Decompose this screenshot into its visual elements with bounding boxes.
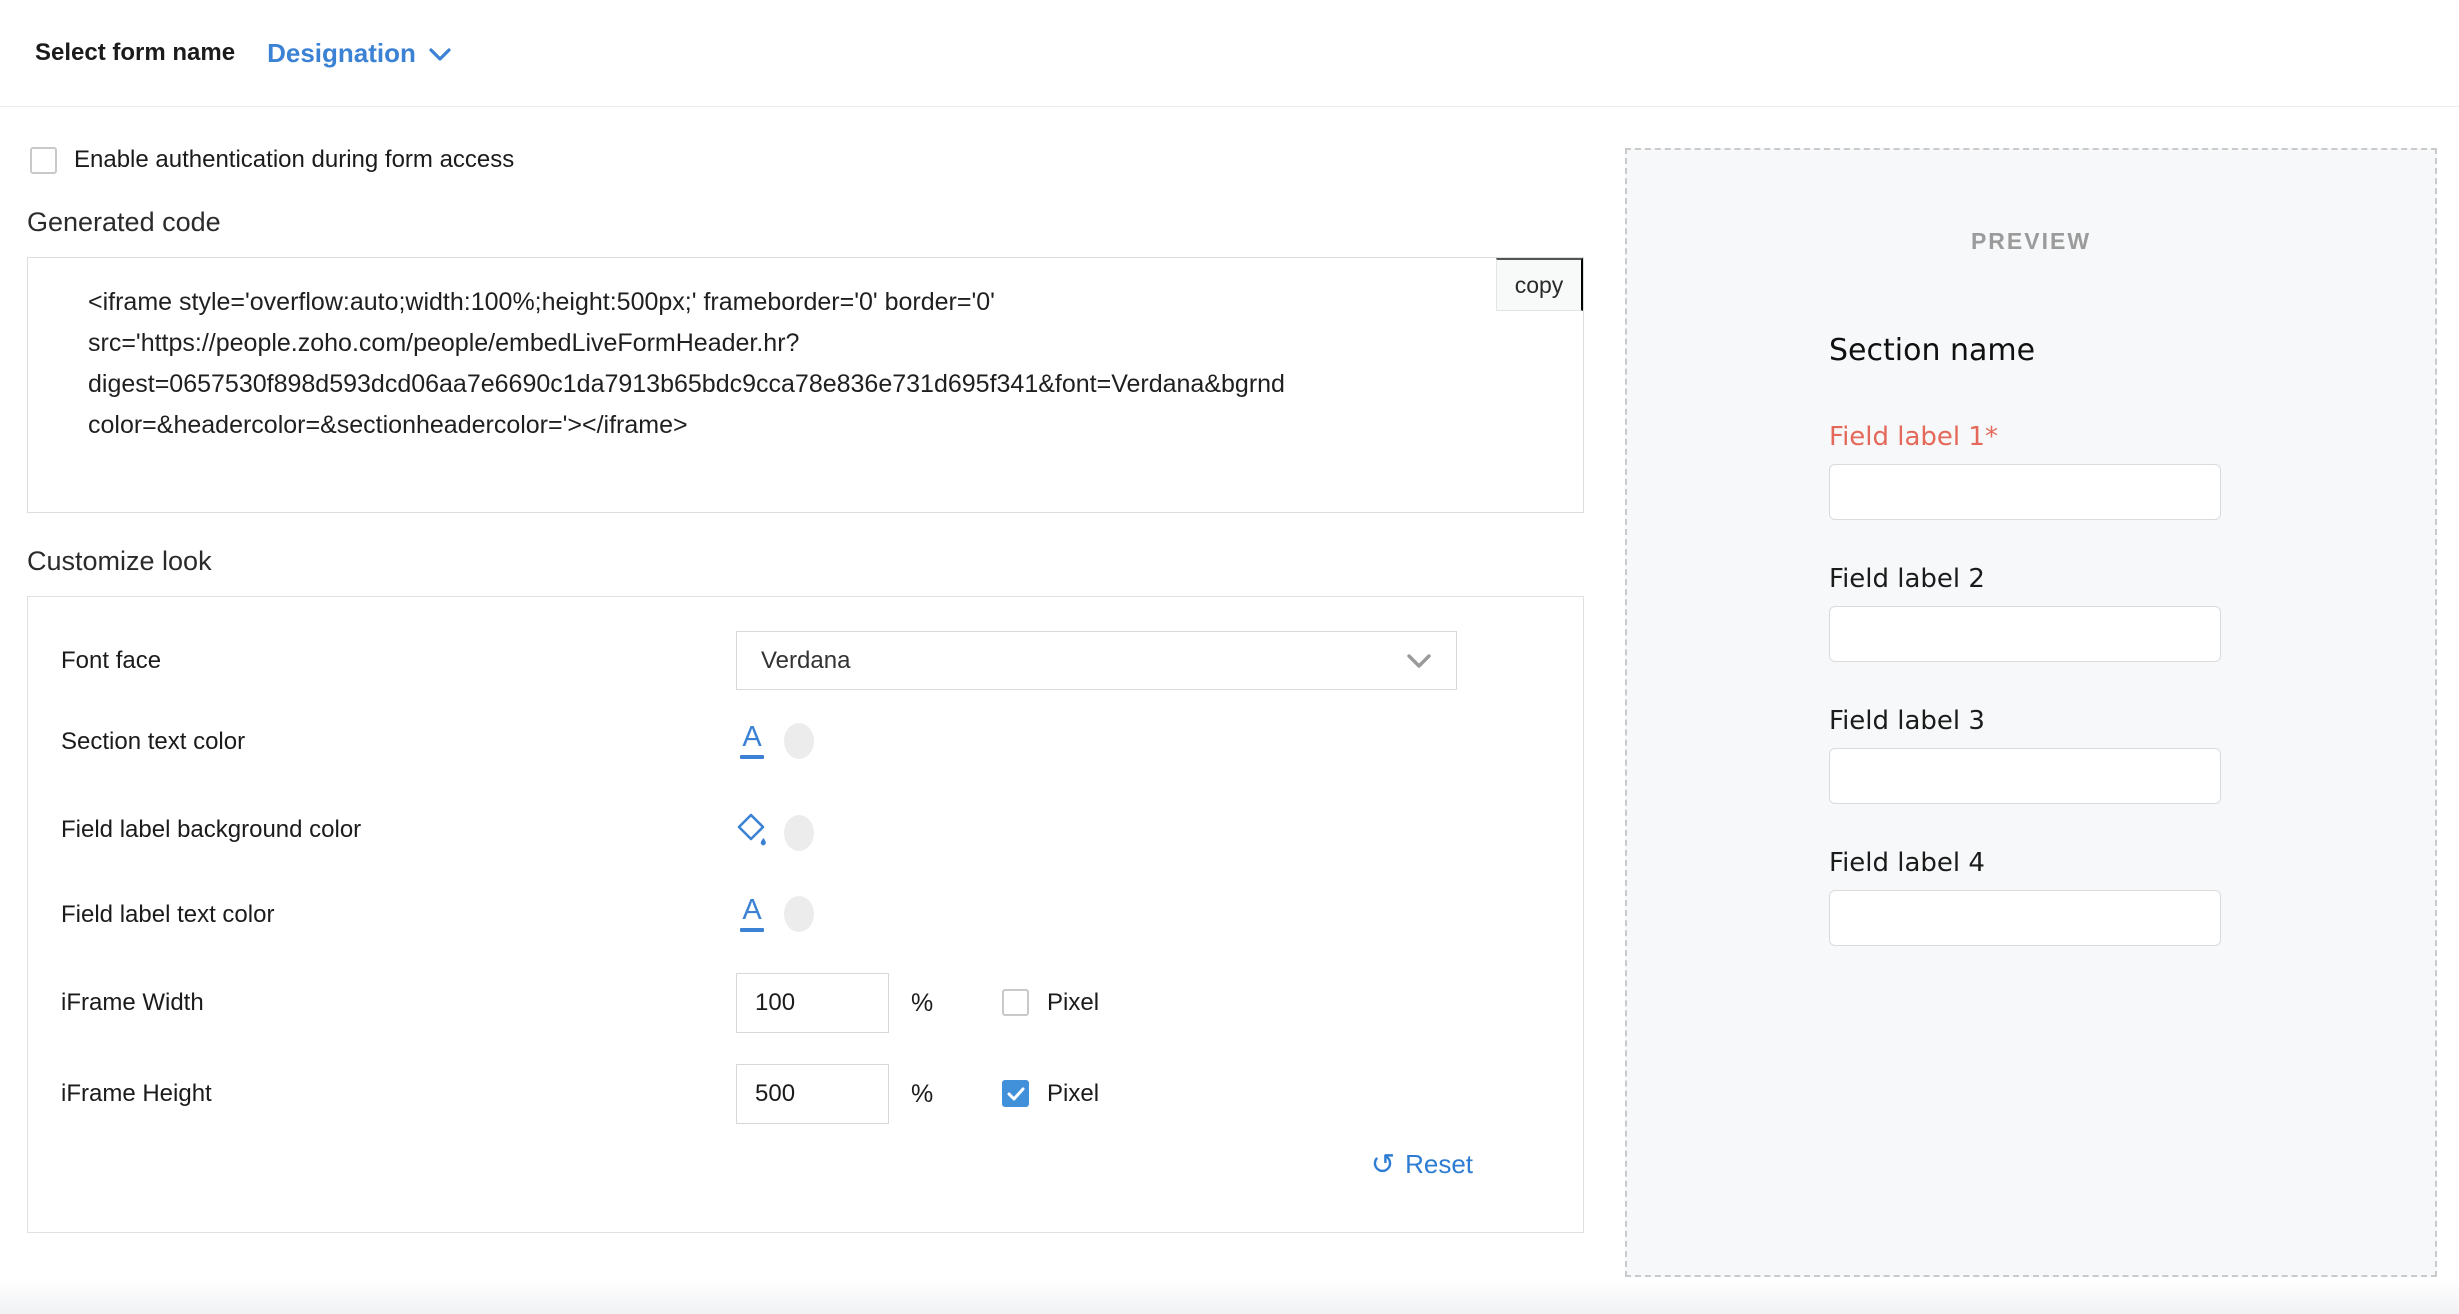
preview-field-input[interactable] [1829,748,2221,804]
preview-field: Field label 4 [1829,848,2221,878]
iframe-width-pixel-checkbox[interactable] [1002,989,1029,1016]
select-form-name-label: Select form name [35,39,235,67]
iframe-width-label: iFrame Width [61,973,204,1033]
fill-color-icon[interactable] [736,811,768,854]
font-face-label: Font face [61,631,161,690]
enable-auth-checkbox[interactable] [30,147,57,174]
customize-look-heading: Customize look [27,546,1584,577]
auth-row: Enable authentication during form access [30,146,1584,174]
preview-field-input[interactable] [1829,606,2221,662]
chevron-down-icon [1406,652,1432,670]
preview-field: Field label 3 [1829,706,2221,736]
field-label-text-color-swatch[interactable] [784,896,814,932]
preview-title: PREVIEW [1627,228,2435,255]
reset-icon: ↺ [1371,1150,1395,1179]
iframe-height-pixel-label: Pixel [1047,1064,1099,1124]
preview-field-label: Field label 3 [1829,706,2221,736]
preview-field-label: Field label 2 [1829,564,2221,594]
copy-button[interactable]: copy [1496,258,1583,311]
font-face-select[interactable]: Verdana [736,631,1457,690]
preview-panel: PREVIEW Section name Field label 1* Fiel… [1625,148,2437,1277]
iframe-width-row: iFrame Width % Pixel [61,973,1553,1033]
reset-label: Reset [1405,1149,1473,1180]
section-text-color-swatch[interactable] [784,723,814,759]
field-label-text-color-row: Field label text color A [61,893,1553,937]
iframe-height-label: iFrame Height [61,1064,212,1124]
iframe-width-pixel-label: Pixel [1047,973,1099,1033]
field-label-text-color-tools: A [736,896,814,932]
field-label-bg-color-row: Field label background color [61,808,1553,852]
reset-button[interactable]: ↺ Reset [1371,1149,1473,1180]
iframe-height-row: iFrame Height % Pixel [61,1064,1553,1124]
iframe-width-input[interactable] [736,973,889,1033]
form-name-dropdown-value: Designation [267,38,416,69]
iframe-height-pixel-checkbox[interactable] [1002,1080,1029,1107]
iframe-width-unit: % [911,973,933,1033]
field-label-text-color-label: Field label text color [61,893,274,937]
bottom-strip [0,1280,2459,1314]
field-label-bg-color-swatch[interactable] [784,815,814,851]
preview-field-input[interactable] [1829,890,2221,946]
field-label-bg-color-tools [736,811,814,854]
preview-field: Field label 2 [1829,564,2221,594]
settings-column: Enable authentication during form access… [27,107,1584,1233]
form-name-dropdown[interactable]: Designation [267,38,452,69]
section-text-color-row: Section text color A [61,720,1553,764]
generated-code-heading: Generated code [27,207,1584,238]
preview-field-label: Field label 4 [1829,848,2221,878]
text-color-icon[interactable]: A [736,896,768,932]
preview-section-name: Section name [1829,333,2035,368]
check-icon [1007,1087,1025,1101]
section-text-color-label: Section text color [61,720,245,764]
font-face-value: Verdana [761,647,1406,675]
preview-field-input[interactable] [1829,464,2221,520]
iframe-height-input[interactable] [736,1064,889,1124]
top-bar: Select form name Designation [0,0,2459,107]
iframe-height-unit: % [911,1064,933,1124]
section-text-color-tools: A [736,723,814,759]
generated-code-box: copy <iframe style='overflow:auto;width:… [27,257,1584,513]
customize-panel: Font face Verdana Section text color A [27,596,1584,1233]
embed-form-settings-page: Select form name Designation Enable auth… [0,0,2459,1314]
generated-code-text: <iframe style='overflow:auto;width:100%;… [88,282,1483,446]
enable-auth-label: Enable authentication during form access [74,146,514,174]
preview-field: Field label 1* [1829,422,2221,452]
chevron-down-icon [428,47,452,63]
field-label-bg-color-label: Field label background color [61,808,361,852]
preview-field-label: Field label 1* [1829,422,2221,452]
font-face-row: Font face Verdana [61,631,1553,690]
text-color-icon[interactable]: A [736,723,768,759]
